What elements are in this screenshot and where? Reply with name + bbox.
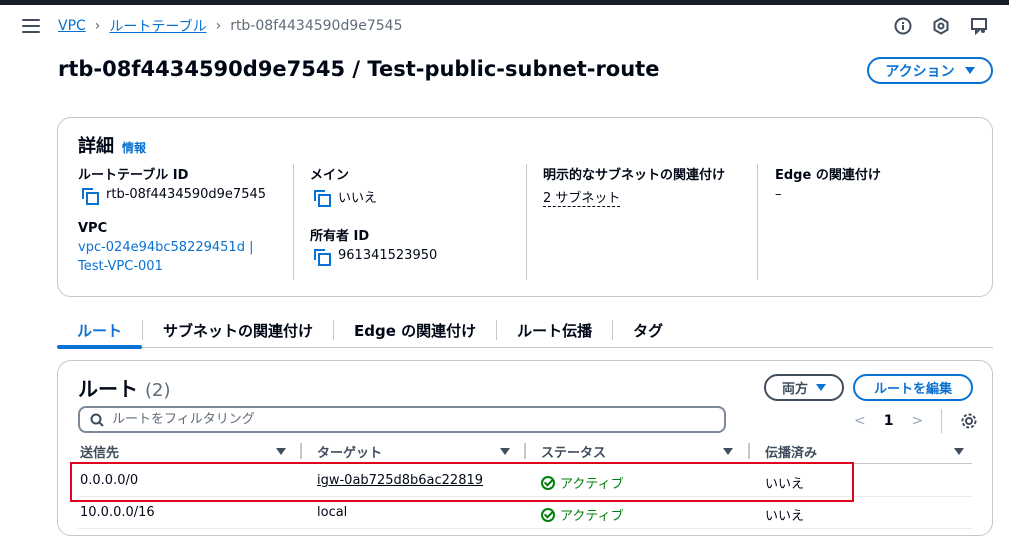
actions-button[interactable]: アクション xyxy=(867,57,993,84)
sort-icon[interactable] xyxy=(276,448,286,455)
hexagon-icon[interactable] xyxy=(931,16,951,36)
tab-route-propagation[interactable]: ルート伝播 xyxy=(497,313,612,348)
both-filter-button[interactable]: 両方 xyxy=(764,374,844,401)
owner-id-text: 961341523950 xyxy=(338,248,438,263)
col-propagated[interactable]: 伝播済み xyxy=(765,442,817,461)
tab-subnet-associations[interactable]: サブネットの関連付け xyxy=(143,313,333,348)
chevron-right-icon: › xyxy=(215,18,222,34)
prev-page-icon[interactable]: < xyxy=(854,413,866,429)
sort-icon[interactable] xyxy=(723,448,733,455)
column-resizer[interactable] xyxy=(524,443,526,459)
search-icon xyxy=(90,413,104,427)
copy-icon[interactable] xyxy=(314,248,331,266)
table-row[interactable]: 10.0.0.0/16 local アクティブ いいえ xyxy=(78,498,972,529)
cell-target-link[interactable]: igw-0ab725d8b6ac22819 xyxy=(317,473,483,488)
gear-icon[interactable] xyxy=(960,412,978,430)
vpc-link-line1[interactable]: vpc-024e94bc58229451d | xyxy=(78,240,266,255)
feedback-icon[interactable] xyxy=(969,16,989,36)
details-col-4: Edge の関連付け – xyxy=(775,164,881,202)
info-link[interactable]: 情報 xyxy=(122,139,146,156)
cell-status: アクティブ xyxy=(541,505,624,524)
sort-icon[interactable] xyxy=(954,448,964,455)
top-icons xyxy=(893,16,989,36)
caret-down-icon xyxy=(964,67,975,74)
both-filter-label: 両方 xyxy=(781,382,808,397)
breadcrumb: VPC › ルートテーブル › rtb-08f4434590d9e7545 xyxy=(58,16,403,36)
column-resizer[interactable] xyxy=(300,443,302,459)
details-col-2: メイン いいえ 所有者 ID 961341523950 xyxy=(310,164,438,266)
chevron-right-icon: › xyxy=(94,18,101,34)
cell-destination: 0.0.0.0/0 xyxy=(80,473,139,488)
explicit-assoc-label: 明示的なサブネットの関連付け xyxy=(543,168,726,183)
cell-propagated: いいえ xyxy=(765,477,805,492)
cell-destination: 10.0.0.0/16 xyxy=(80,505,155,520)
edge-assoc-value: – xyxy=(775,187,782,202)
tab-tags[interactable]: タグ xyxy=(613,313,683,348)
page-title: rtb-08f4434590d9e7545 / Test-public-subn… xyxy=(58,57,660,81)
caret-down-icon xyxy=(816,384,826,391)
cell-status: アクティブ xyxy=(541,473,624,492)
next-page-icon[interactable]: > xyxy=(911,413,923,429)
menu-icon[interactable] xyxy=(22,19,40,33)
explicit-assoc-link[interactable]: 2 サブネット xyxy=(543,187,621,207)
column-divider xyxy=(526,164,527,280)
vpc-label: VPC xyxy=(78,221,108,236)
sort-icon[interactable] xyxy=(500,448,510,455)
cell-propagated: いいえ xyxy=(765,509,805,524)
pager-divider xyxy=(941,409,943,433)
copy-icon[interactable] xyxy=(82,187,99,205)
column-divider xyxy=(757,164,758,280)
check-circle-icon xyxy=(541,507,555,522)
details-title: 詳細 xyxy=(78,136,114,157)
vpc-link-line2[interactable]: Test-VPC-001 xyxy=(78,259,266,274)
table-header: 送信先 ターゲット ステータス 伝播済み xyxy=(78,440,972,464)
routes-title: ルート (2) xyxy=(78,373,170,402)
info-icon[interactable] xyxy=(893,16,913,36)
table-row[interactable]: 0.0.0.0/0 igw-0ab725d8b6ac22819 アクティブ いい… xyxy=(78,466,972,497)
col-status[interactable]: ステータス xyxy=(541,442,606,461)
tab-edge-associations[interactable]: Edge の関連付け xyxy=(334,313,496,348)
owner-id-value: 961341523950 xyxy=(314,248,438,266)
column-divider xyxy=(293,164,294,280)
copy-icon[interactable] xyxy=(314,189,331,207)
details-panel: 詳細 情報 ルートテーブル ID rtb-08f4434590d9e7545 V… xyxy=(57,117,993,297)
edge-assoc-label: Edge の関連付け xyxy=(775,168,881,183)
col-destination[interactable]: 送信先 xyxy=(80,442,119,461)
explicit-assoc-value: 2 サブネット xyxy=(543,187,725,207)
cell-target: local xyxy=(317,505,348,520)
breadcrumb-current: rtb-08f4434590d9e7545 xyxy=(230,18,403,34)
route-table-id-text: rtb-08f4434590d9e7545 xyxy=(106,187,267,202)
column-resizer[interactable] xyxy=(748,443,750,459)
route-filter[interactable] xyxy=(78,406,726,433)
tab-routes[interactable]: ルート xyxy=(57,313,143,349)
route-table-id-value: rtb-08f4434590d9e7545 xyxy=(82,187,267,205)
routes-count: (2) xyxy=(144,380,171,401)
col-target[interactable]: ターゲット xyxy=(317,442,382,461)
details-col-1: ルートテーブル ID rtb-08f4434590d9e7545 VPC vpc… xyxy=(78,164,266,274)
status-text: アクティブ xyxy=(560,509,624,524)
route-table-id-label: ルートテーブル ID xyxy=(78,168,189,183)
pagination: < 1 > xyxy=(854,409,978,433)
actions-label: アクション xyxy=(885,63,955,80)
breadcrumb-route-tables[interactable]: ルートテーブル xyxy=(109,16,206,36)
owner-id-label: 所有者 ID xyxy=(310,229,370,244)
main-value-text: いいえ xyxy=(338,191,378,206)
check-circle-icon xyxy=(541,475,555,490)
edit-routes-button[interactable]: ルートを編集 xyxy=(853,374,973,401)
routes-panel: ルート (2) 両方 ルートを編集 < 1 > 送信先 ターゲット ステータス … xyxy=(57,360,993,536)
page-number[interactable]: 1 xyxy=(884,413,894,429)
main-label: メイン xyxy=(310,168,350,183)
routes-title-text: ルート xyxy=(78,377,138,401)
details-col-3: 明示的なサブネットの関連付け 2 サブネット xyxy=(543,164,725,207)
breadcrumb-vpc[interactable]: VPC xyxy=(58,18,86,34)
tab-bar: ルート サブネットの関連付け Edge の関連付け ルート伝播 タグ xyxy=(57,313,993,349)
details-header: 詳細 情報 xyxy=(78,132,146,158)
route-filter-input[interactable] xyxy=(112,412,712,427)
status-text: アクティブ xyxy=(560,477,624,492)
breadcrumb-bar: VPC › ルートテーブル › rtb-08f4434590d9e7545 xyxy=(0,5,1009,45)
main-value: いいえ xyxy=(314,187,437,207)
